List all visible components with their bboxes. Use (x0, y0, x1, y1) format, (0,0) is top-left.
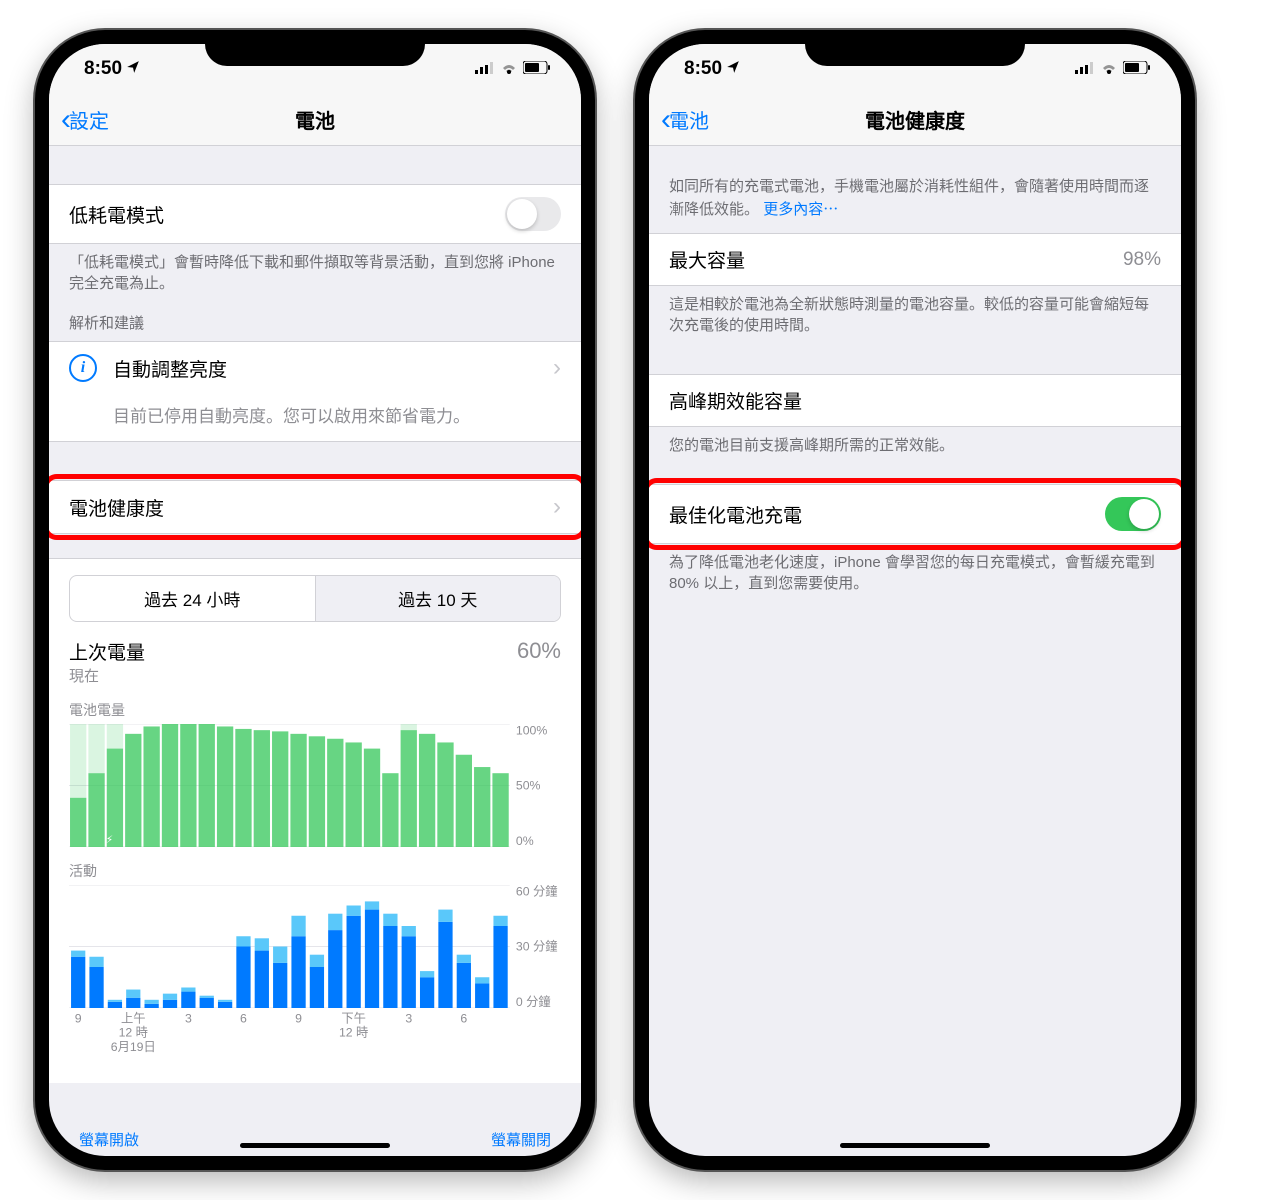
max-capacity-cell: 最大容量 98% (649, 234, 1181, 285)
last-charge-row: 上次電量 現在 60% (49, 630, 581, 690)
svg-text:3: 3 (405, 1011, 412, 1025)
wifi-icon (500, 58, 518, 80)
xaxis-svg: 9上午12 時6月19日369下午12 時36 (69, 1008, 561, 1059)
notch (205, 30, 425, 66)
phone-left-frame: 8:50 ‹ 設定 電池 (35, 30, 595, 1170)
screen-left: 8:50 ‹ 設定 電池 (49, 44, 581, 1156)
chart2-svg: 60 分鐘 30 分鐘 0 分鐘 (69, 885, 561, 1008)
screen-on-link[interactable]: 螢幕開啟 (79, 1129, 139, 1150)
phone-right-frame: 8:50 ‹ 電池 電池健康度 (635, 30, 1195, 1170)
peak-performance-cell: 高峰期效能容量 (649, 375, 1181, 426)
nav-bar: ‹ 設定 電池 (49, 94, 581, 146)
battery-health-cell[interactable]: 電池健康度 › (49, 481, 581, 533)
segment-10d[interactable]: 過去 10 天 (316, 576, 561, 621)
low-power-footer: 「低耗電模式」會暫時降低下載和郵件擷取等背景活動，直到您將 iPhone 完全充… (49, 244, 581, 294)
location-icon (126, 58, 140, 80)
svg-text:上午: 上午 (121, 1011, 146, 1025)
page-title: 電池 (49, 105, 581, 134)
auto-brightness-sub: 目前已停用自動亮度。您可以啟用來節省電力。 (49, 394, 581, 441)
svg-text:6: 6 (460, 1011, 467, 1025)
content-right[interactable]: 如同所有的充電式電池，手機電池屬於消耗性組件，會隨著使用時間而逐漸降低效能。 更… (649, 146, 1181, 1156)
battery-level-chart: 電池電量 ⚡︎ 100% 50% 0% (49, 690, 581, 851)
content-left[interactable]: 低耗電模式 「低耗電模式」會暫時降低下載和郵件擷取等背景活動，直到您將 iPho… (49, 146, 581, 1156)
auto-brightness-label: 自動調整亮度 (113, 355, 227, 382)
segment-24h[interactable]: 過去 24 小時 (70, 576, 316, 621)
back-label: 電池 (669, 105, 709, 134)
intro-body: 如同所有的充電式電池，手機電池屬於消耗性組件，會隨著使用時間而逐漸降低效能。 (669, 178, 1149, 218)
nav-bar: ‹ 電池 電池健康度 (649, 94, 1181, 146)
low-power-switch[interactable] (505, 197, 561, 231)
peak-performance-label: 高峰期效能容量 (669, 387, 802, 414)
svg-text:12 時: 12 時 (339, 1026, 368, 1040)
svg-text:30 分鐘: 30 分鐘 (516, 939, 558, 954)
optimized-charging-cell[interactable]: 最佳化電池充電 (649, 485, 1181, 543)
back-label: 設定 (69, 105, 109, 134)
last-charge-sub: 現在 (69, 665, 145, 686)
svg-text:60 分鐘: 60 分鐘 (516, 885, 558, 898)
svg-text:6月19日: 6月19日 (111, 1040, 156, 1054)
notch (805, 30, 1025, 66)
screen-right: 8:50 ‹ 電池 電池健康度 (649, 44, 1181, 1156)
time-range-segment: 過去 24 小時 過去 10 天 (69, 575, 561, 622)
chevron-right-icon: › (553, 493, 561, 521)
activity-chart: 活動 60 分鐘30 分鐘0 分鐘 9上午12 時6月19日369下午12 時3… (49, 851, 581, 1063)
low-power-label: 低耗電模式 (69, 201, 164, 228)
home-indicator[interactable] (840, 1143, 990, 1148)
max-capacity-value: 98% (1123, 249, 1161, 271)
svg-text:3: 3 (185, 1011, 192, 1025)
svg-text:9: 9 (75, 1011, 82, 1025)
battery-icon (523, 58, 551, 80)
svg-text:下午: 下午 (341, 1011, 366, 1025)
svg-text:12 時: 12 時 (119, 1026, 148, 1040)
screen-off-link[interactable]: 螢幕關閉 (491, 1129, 551, 1150)
optimized-charging-switch[interactable] (1105, 497, 1161, 531)
battery-health-label: 電池健康度 (69, 494, 164, 521)
status-time: 8:50 (684, 58, 722, 80)
back-button[interactable]: ‹ 電池 (661, 105, 709, 135)
chevron-right-icon: › (553, 354, 561, 382)
max-capacity-label: 最大容量 (669, 246, 745, 273)
chart1-svg: ⚡︎ 100% 50% 0% (69, 724, 561, 847)
peak-performance-footer: 您的電池目前支援高峰期所需的正常效能。 (649, 427, 1181, 456)
svg-text:100%: 100% (516, 724, 547, 737)
battery-icon (1123, 58, 1151, 80)
svg-text:⚡︎: ⚡︎ (106, 835, 113, 846)
max-capacity-footer: 這是相較於電池為全新狀態時測量的電池容量。較低的容量可能會縮短每次充電後的使用時… (649, 286, 1181, 336)
signal-icon (1075, 58, 1095, 80)
info-icon: i (69, 354, 97, 382)
chart2-title: 活動 (69, 861, 561, 881)
wifi-icon (1100, 58, 1118, 80)
svg-text:0 分鐘: 0 分鐘 (516, 994, 551, 1008)
optimized-charging-footer: 為了降低電池老化速度，iPhone 會學習您的每日充電模式，會暫緩充電到 80%… (649, 544, 1181, 594)
last-charge-value: 60% (517, 638, 561, 664)
svg-text:50%: 50% (516, 779, 541, 793)
insights-header: 解析和建議 (49, 294, 581, 341)
svg-text:6: 6 (240, 1011, 247, 1025)
last-charge-label: 上次電量 (69, 638, 145, 665)
location-icon (726, 58, 740, 80)
page-title: 電池健康度 (649, 105, 1181, 134)
chart1-title: 電池電量 (69, 700, 561, 720)
status-time: 8:50 (84, 58, 122, 80)
svg-text:0%: 0% (516, 834, 534, 847)
home-indicator[interactable] (240, 1143, 390, 1148)
signal-icon (475, 58, 495, 80)
optimized-charging-label: 最佳化電池充電 (669, 501, 802, 528)
low-power-mode-cell[interactable]: 低耗電模式 (49, 185, 581, 243)
intro-text: 如同所有的充電式電池，手機電池屬於消耗性組件，會隨著使用時間而逐漸降低效能。 更… (649, 146, 1181, 233)
back-button[interactable]: ‹ 設定 (61, 105, 109, 135)
svg-text:9: 9 (295, 1011, 302, 1025)
more-link[interactable]: 更多內容⋯ (763, 201, 838, 218)
auto-brightness-cell[interactable]: i 自動調整亮度 › (49, 342, 581, 394)
